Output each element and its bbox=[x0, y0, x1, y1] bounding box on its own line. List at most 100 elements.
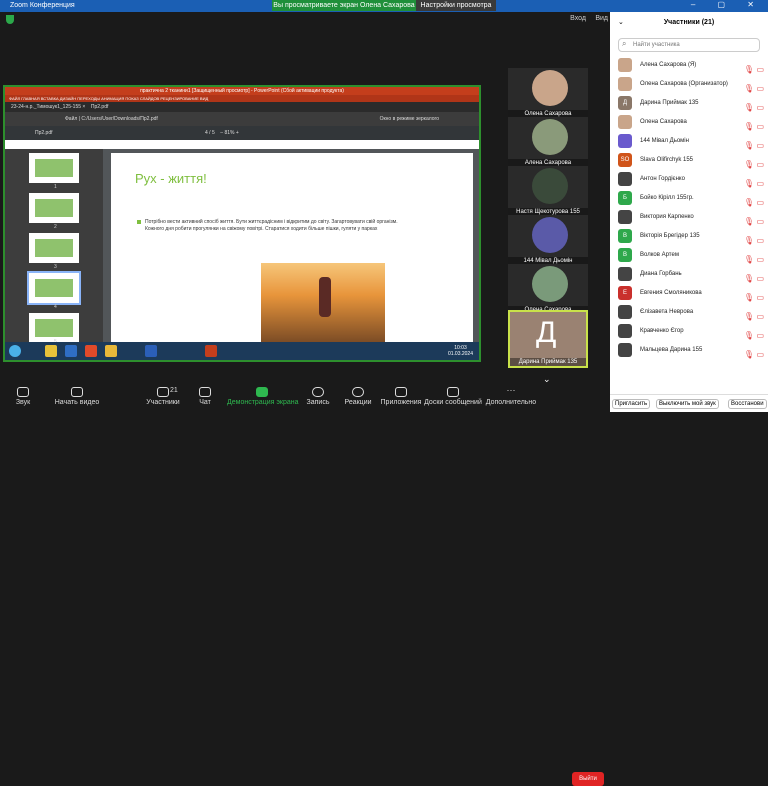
participant-item[interactable]: Диана Горбань 🎙 ▭ bbox=[610, 265, 768, 284]
thumb-number: 4 bbox=[54, 304, 57, 310]
whiteboard-label: Доски сообщений bbox=[424, 399, 482, 406]
folder-icon[interactable] bbox=[45, 345, 57, 357]
view-options-button[interactable]: Настройки просмотра bbox=[416, 0, 496, 11]
pdf-pages: 4 / 5 – 81% + bbox=[205, 130, 239, 136]
thumb-number: 2 bbox=[54, 224, 57, 230]
app-icon[interactable] bbox=[85, 345, 97, 357]
invite-button[interactable]: Пригласить bbox=[612, 399, 651, 409]
participant-item[interactable]: В Вікторія Брегідер 135 🎙 ▭ bbox=[610, 227, 768, 246]
chevron-down-icon[interactable]: ⌄ bbox=[618, 12, 624, 34]
start-icon[interactable] bbox=[9, 345, 21, 357]
participant-item[interactable]: Кравченко Єгор 🎙 ▭ bbox=[610, 322, 768, 341]
more-button[interactable]: ··· Дополнительно bbox=[476, 382, 546, 407]
meeting-toolbar: Звук Начать видео Участники 21 Чат Демонс… bbox=[0, 382, 610, 786]
share-banner: Вы просматриваете экран Олена Сахарова bbox=[272, 0, 416, 11]
word-icon[interactable] bbox=[145, 345, 157, 357]
participant-item[interactable]: Д Дарина Приймак 135 🎙 ▭ bbox=[610, 94, 768, 113]
clock-date: 01.03.2024 bbox=[447, 351, 473, 357]
stage-topbar: Вход Вид bbox=[0, 12, 610, 26]
avatar: В bbox=[618, 248, 632, 262]
thumbnail[interactable] bbox=[29, 233, 79, 263]
video-label: Начать видео bbox=[54, 399, 100, 406]
participant-name: Мальцева Дарина 155 bbox=[640, 347, 703, 353]
enter-button[interactable]: Вход bbox=[570, 15, 586, 22]
pdf-toolbar: Пр2.pdf 4 / 5 – 81% + bbox=[5, 126, 479, 140]
avatar: Б bbox=[618, 191, 632, 205]
restore-button[interactable]: Восстанови bbox=[728, 399, 767, 409]
avatar bbox=[618, 267, 632, 281]
ppt-title: практична 2 тканини1 [Защищенный просмот… bbox=[5, 87, 479, 95]
chat-icon bbox=[199, 387, 211, 397]
video-tile-active[interactable]: Д Дарина Приймак 135 bbox=[508, 310, 588, 368]
share-icon bbox=[256, 387, 268, 397]
panel-title: Участники (21) bbox=[663, 19, 715, 26]
whiteboard-icon bbox=[447, 387, 459, 397]
participant-name: 144 Мівал Дьомін bbox=[640, 138, 689, 144]
participant-item[interactable]: Алена Сахарова (Я) 🎙 ▭ bbox=[610, 56, 768, 75]
apps-icon bbox=[395, 387, 407, 397]
avatar: В bbox=[618, 229, 632, 243]
avatar bbox=[618, 210, 632, 224]
address-bar: Файл | C:/Users/User/Downloads/Пр2.pdf О… bbox=[5, 112, 479, 126]
thumb-number: 3 bbox=[54, 264, 57, 270]
avatar bbox=[618, 134, 632, 148]
participant-item[interactable]: Олена Сахарова (Организатор) 🎙 ▭ bbox=[610, 75, 768, 94]
avatar: Д bbox=[618, 96, 632, 110]
mic-muted-icon: 🎙 bbox=[743, 350, 754, 359]
participant-item[interactable]: Мальцева Дарина 155 🎙 ▭ bbox=[610, 341, 768, 360]
page-total: / 5 bbox=[209, 130, 215, 136]
video-tile[interactable]: Настя Щекотурова 155 bbox=[508, 166, 588, 216]
participant-item[interactable]: 144 Мівал Дьомін 🎙 ▭ bbox=[610, 132, 768, 151]
video-button[interactable]: Начать видео bbox=[42, 382, 112, 406]
bullet-icon bbox=[137, 220, 141, 224]
avatar bbox=[618, 77, 632, 91]
people-icon bbox=[157, 387, 169, 397]
participant-item[interactable]: Олена Сахарова 🎙 ▭ bbox=[610, 113, 768, 132]
apps-label: Приложения bbox=[380, 399, 422, 406]
sound-label: Звук bbox=[15, 399, 31, 406]
participant-name: Бойко Кірілл 155гр. bbox=[640, 195, 694, 201]
reader-mode: Окно в режиме зеркалого bbox=[379, 116, 439, 122]
video-tile[interactable]: Олена Сахарова bbox=[508, 264, 588, 314]
participant-item[interactable]: Е Евгения Смоляникова 🎙 ▭ bbox=[610, 284, 768, 303]
window-controls[interactable]: – ▢ ✕ bbox=[691, 0, 764, 9]
shield-icon[interactable] bbox=[6, 15, 14, 24]
participant-item[interactable]: Виктория Карпенко 🎙 ▭ bbox=[610, 208, 768, 227]
avatar bbox=[618, 305, 632, 319]
participant-name: Єлізавета Неврова bbox=[640, 309, 694, 315]
video-tile[interactable]: Алена Сахарова bbox=[508, 117, 588, 167]
participant-item[interactable]: Єлізавета Неврова 🎙 ▭ bbox=[610, 303, 768, 322]
clock: 10:03 01.03.2024 bbox=[448, 345, 473, 357]
mute-all-button[interactable]: Выключить мой звук bbox=[656, 399, 719, 409]
participant-name: Олена Сахарова (Организатор) bbox=[640, 81, 728, 87]
chrome-icon[interactable] bbox=[105, 345, 117, 357]
shared-screen[interactable]: практична 2 тканини1 [Защищенный просмот… bbox=[3, 85, 481, 362]
participant-item[interactable]: Антон Гордієнко 🎙 ▭ bbox=[610, 170, 768, 189]
avatar bbox=[618, 172, 632, 186]
zoom-icon[interactable] bbox=[65, 345, 77, 357]
view-button[interactable]: Вид bbox=[595, 15, 608, 22]
avatar bbox=[618, 343, 632, 357]
thumbnail[interactable] bbox=[29, 153, 79, 183]
video-tile[interactable]: Олена Сахарова bbox=[508, 68, 588, 118]
chat-label: Чат bbox=[199, 399, 211, 406]
leave-button[interactable]: Выйти bbox=[572, 772, 604, 786]
participant-list: Алена Сахарова (Я) 🎙 ▭ Олена Сахарова (Орга… bbox=[610, 56, 768, 360]
avatar: Е bbox=[618, 286, 632, 300]
pdf-name: Пр2.pdf bbox=[35, 130, 53, 136]
browser-tab: 23-24-н.р._Тимошук1_125-155 × bbox=[11, 104, 86, 110]
avatar bbox=[618, 58, 632, 72]
participant-item[interactable]: Б Бойко Кірілл 155гр. 🎙 ▭ bbox=[610, 189, 768, 208]
participant-name: Волков Артем bbox=[640, 252, 679, 258]
participant-name: Олена Сахарова bbox=[640, 119, 687, 125]
participant-item[interactable]: SO Slava Olifirchyk 155 🎙 ▭ bbox=[610, 151, 768, 170]
video-tile[interactable]: 144 Мівал Дьомін bbox=[508, 215, 588, 265]
thumbnail[interactable] bbox=[29, 193, 79, 223]
participant-item[interactable]: В Волков Артем 🎙 ▭ bbox=[610, 246, 768, 265]
powerpoint-icon[interactable] bbox=[205, 345, 217, 357]
search-input[interactable]: Найти участника bbox=[618, 38, 760, 52]
windows-taskbar: 10:03 01.03.2024 bbox=[5, 342, 479, 360]
avatar bbox=[618, 115, 632, 129]
thumbnail-selected[interactable] bbox=[27, 271, 81, 305]
participant-name: Алена Сахарова (Я) bbox=[640, 62, 697, 68]
